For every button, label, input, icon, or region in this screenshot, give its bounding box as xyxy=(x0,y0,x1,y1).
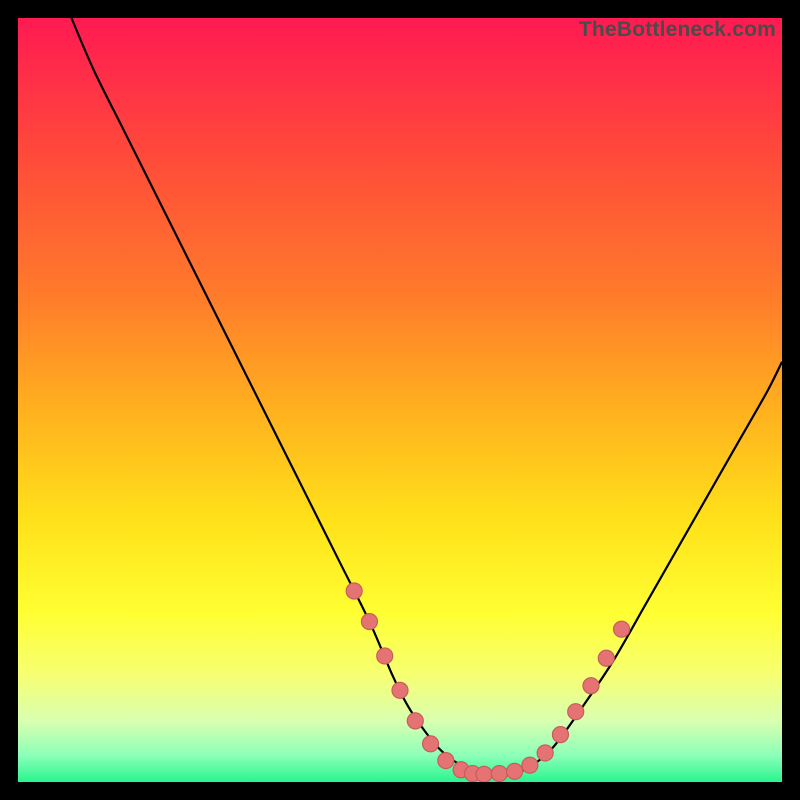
marker-point xyxy=(537,745,553,761)
marker-point xyxy=(346,583,362,599)
marker-point xyxy=(377,648,393,664)
marker-point xyxy=(583,678,599,694)
marker-point xyxy=(552,727,568,743)
marker-point xyxy=(522,757,538,773)
marker-point xyxy=(476,766,492,782)
plot-area: TheBottleneck.com xyxy=(18,18,782,782)
marker-point xyxy=(507,763,523,779)
marker-point xyxy=(438,753,454,769)
curve-layer xyxy=(18,18,782,782)
marker-point xyxy=(361,614,377,630)
bottleneck-curve xyxy=(71,18,782,774)
highlight-markers xyxy=(346,583,629,782)
marker-point xyxy=(407,713,423,729)
marker-point xyxy=(598,650,614,666)
watermark-text: TheBottleneck.com xyxy=(579,18,776,42)
marker-point xyxy=(568,704,584,720)
marker-point xyxy=(491,766,507,782)
marker-point xyxy=(614,621,630,637)
marker-point xyxy=(392,682,408,698)
marker-point xyxy=(423,736,439,752)
chart-frame: TheBottleneck.com xyxy=(0,0,800,800)
